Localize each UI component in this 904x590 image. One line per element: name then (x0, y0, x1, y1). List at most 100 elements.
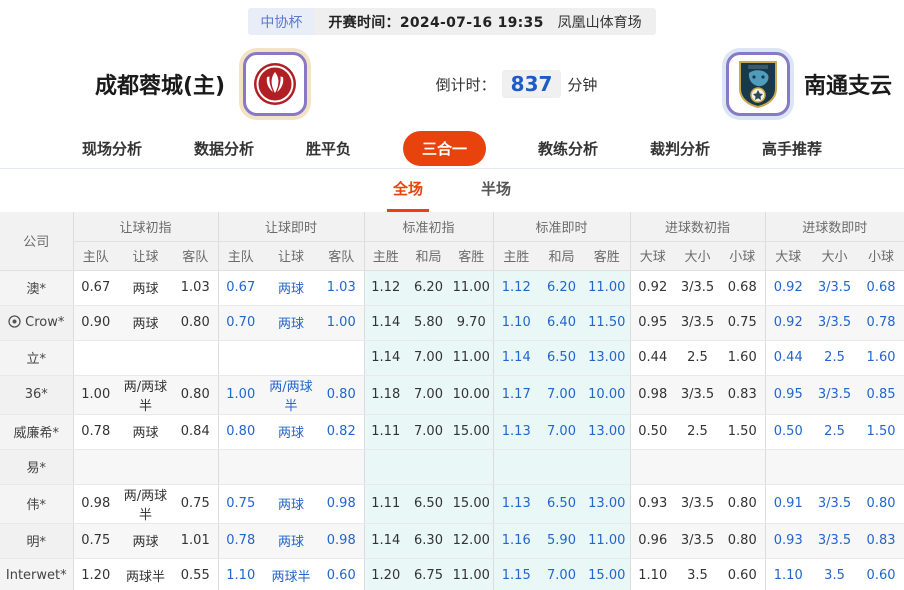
odds-cell (319, 340, 364, 375)
odds-table-container: 公司让球初指让球即时标准初指标准即时进球数初指进球数即时主队让球客队主队让球客队… (0, 212, 904, 590)
nav-tabs: 现场分析 数据分析 胜平负 三合一 教练分析 裁判分析 高手推荐 (0, 128, 904, 169)
odds-cell: 7.00 (407, 340, 450, 375)
odds-row: 伟*0.98两/两球半0.750.75两球0.981.116.5015.001.… (0, 484, 904, 523)
odds-cell (675, 449, 720, 484)
odds-cell: 1.14 (364, 340, 407, 375)
odds-cell: 6.50 (539, 340, 584, 375)
odds-cell (118, 340, 173, 375)
subtab-2[interactable]: 半场 (475, 178, 517, 212)
col-sub-header: 大小 (675, 241, 720, 270)
odds-cell: 15.00 (450, 484, 493, 523)
countdown-unit: 分钟 (567, 74, 597, 95)
nav-tab-2[interactable]: 数据分析 (194, 131, 254, 166)
odds-cell: 两/两球半 (118, 484, 173, 523)
odds-cell: 12.00 (450, 523, 493, 558)
odds-cell: 0.67 (73, 270, 118, 305)
odds-cell: 5.90 (539, 523, 584, 558)
col-sub-header: 主队 (218, 241, 263, 270)
odds-cell: 11.00 (450, 340, 493, 375)
odds-cell: 两球 (263, 484, 319, 523)
odds-cell: 0.75 (73, 523, 118, 558)
col-sub-header: 让球 (118, 241, 173, 270)
odds-cell (450, 449, 493, 484)
company-cell[interactable]: Crow* (0, 305, 73, 340)
col-sub-header: 客胜 (584, 241, 630, 270)
odds-cell: 0.50 (765, 414, 811, 449)
odds-cell: 3/3.5 (675, 484, 720, 523)
odds-cell: 0.78 (73, 414, 118, 449)
nav-tab-3[interactable]: 胜平负 (306, 131, 351, 166)
odds-cell: 11.00 (450, 270, 493, 305)
company-cell[interactable]: 易* (0, 449, 73, 484)
odds-cell (319, 449, 364, 484)
odds-cell: 3/3.5 (675, 523, 720, 558)
odds-cell (73, 340, 118, 375)
odds-cell: 0.55 (173, 558, 218, 590)
col-sub-header: 主队 (73, 241, 118, 270)
odds-cell: 两球半 (118, 558, 173, 590)
odds-cell: 0.60 (720, 558, 765, 590)
company-cell[interactable]: Interwet* (0, 558, 73, 590)
odds-cell: 0.75 (720, 305, 765, 340)
odds-cell: 0.96 (630, 523, 675, 558)
nav-tab-4[interactable]: 三合一 (403, 131, 486, 166)
odds-cell: 两球 (263, 523, 319, 558)
odds-row: 澳*0.67两球1.030.67两球1.031.126.2011.001.126… (0, 270, 904, 305)
odds-cell: 1.00 (319, 305, 364, 340)
odds-cell: 3/3.5 (811, 270, 858, 305)
odds-cell: 0.80 (218, 414, 263, 449)
odds-cell: 1.10 (493, 305, 539, 340)
odds-cell: 0.83 (858, 523, 904, 558)
odds-cell: 3/3.5 (811, 484, 858, 523)
odds-cell: 0.98 (319, 484, 364, 523)
company-cell[interactable]: 伟* (0, 484, 73, 523)
odds-cell: 两球 (263, 414, 319, 449)
odds-cell: 6.20 (407, 270, 450, 305)
col-sub-header: 大球 (765, 241, 811, 270)
odds-cell: 0.80 (319, 375, 364, 414)
odds-cell: 0.80 (720, 523, 765, 558)
company-cell[interactable]: 立* (0, 340, 73, 375)
col-group-6: 进球数即时 (765, 212, 904, 241)
away-team: 南通支云 (726, 52, 892, 116)
odds-cell: 0.83 (720, 375, 765, 414)
odds-cell: 3.5 (675, 558, 720, 590)
company-cell[interactable]: 36* (0, 375, 73, 414)
odds-cell: 1.18 (364, 375, 407, 414)
col-sub-header: 和局 (539, 241, 584, 270)
odds-cell: 7.00 (539, 414, 584, 449)
company-cell[interactable]: 明* (0, 523, 73, 558)
odds-cell: 1.11 (364, 414, 407, 449)
countdown: 倒计时： 837 分钟 (307, 70, 726, 98)
odds-cell: 1.14 (364, 523, 407, 558)
odds-cell: 0.67 (218, 270, 263, 305)
odds-cell: 0.60 (858, 558, 904, 590)
odds-cell: 7.00 (539, 375, 584, 414)
col-sub-header: 小球 (720, 241, 765, 270)
subtab-1[interactable]: 全场 (387, 178, 429, 212)
odds-cell: 0.75 (173, 484, 218, 523)
odds-cell: 3/3.5 (675, 270, 720, 305)
company-cell[interactable]: 威廉希* (0, 414, 73, 449)
odds-cell: 6.40 (539, 305, 584, 340)
league-badge: 中协杯 (248, 8, 314, 35)
home-crest-icon (251, 60, 299, 108)
nav-tab-1[interactable]: 现场分析 (82, 131, 142, 166)
odds-cell: 3/3.5 (811, 523, 858, 558)
odds-cell: 15.00 (450, 414, 493, 449)
teams-header: 成都蓉城(主) 倒计时： 837 分钟 (0, 40, 904, 128)
nav-tab-5[interactable]: 教练分析 (538, 131, 598, 166)
col-sub-header: 客队 (173, 241, 218, 270)
company-cell[interactable]: 澳* (0, 270, 73, 305)
nav-tab-7[interactable]: 高手推荐 (762, 131, 822, 166)
odds-cell: 0.78 (858, 305, 904, 340)
odds-row: 明*0.75两球1.010.78两球0.981.146.3012.001.165… (0, 523, 904, 558)
away-team-logo (726, 52, 790, 116)
odds-row: 易* (0, 449, 904, 484)
nav-tab-6[interactable]: 裁判分析 (650, 131, 710, 166)
odds-cell: 1.14 (493, 340, 539, 375)
odds-cell: 0.80 (173, 305, 218, 340)
odds-cell: 0.90 (73, 305, 118, 340)
col-sub-header: 主胜 (493, 241, 539, 270)
odds-cell: 1.10 (218, 558, 263, 590)
